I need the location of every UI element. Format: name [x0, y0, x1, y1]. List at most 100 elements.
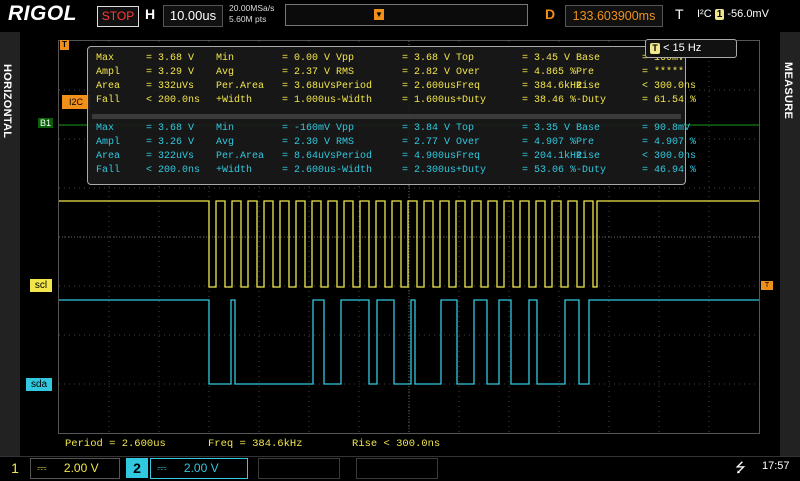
period-readout: Period = 2.600us — [65, 438, 166, 450]
top-status-bar: RIGOL STOP H 10.00us 20.00MSa/s 5.60M pt… — [0, 0, 800, 32]
measure-label: Period — [336, 151, 373, 162]
measure-label: Over — [456, 67, 481, 78]
ch2-scale-box[interactable]: ⎓ 2.00 V — [150, 458, 248, 479]
measure-label: Base — [576, 123, 601, 134]
ch1-number[interactable]: 1 — [4, 458, 26, 478]
delay-value[interactable]: 133.603900ms — [565, 5, 663, 27]
trigger-level-marker: T — [761, 281, 773, 290]
measure-value: = 4.907 % — [522, 137, 577, 148]
measure-value: = 3.68 V — [146, 123, 195, 134]
measure-label: Freq — [456, 151, 481, 162]
measure-label: -Duty — [576, 95, 607, 106]
measure-label: Period — [336, 81, 373, 92]
measure-value: = 2.600us — [282, 165, 337, 176]
measure-label: +Width — [216, 165, 253, 176]
measure-value: = 4.907 % — [642, 137, 697, 148]
measure-label: Max — [96, 123, 115, 134]
measure-value: < 200.0ns — [146, 165, 201, 176]
bus-b1-marker: B1 — [38, 118, 54, 128]
sda-channel-label[interactable]: sda — [26, 378, 52, 391]
measure-label: Per.Area — [216, 151, 265, 162]
timebase-value[interactable]: 10.00us — [163, 5, 223, 27]
measure-value: = 3.29 V — [146, 67, 195, 78]
measure-value: = 2.82 V — [402, 67, 451, 78]
dc-coupling-icon: ⎓ — [37, 461, 47, 475]
measure-label: Area — [96, 81, 121, 92]
acquisition-info: 20.00MSa/s 5.60M pts — [229, 3, 274, 25]
ch1-scale-box[interactable]: ⎓ 2.00 V — [30, 458, 120, 479]
measure-label: Base — [576, 53, 601, 64]
sample-rate: 20.00MSa/s — [229, 3, 275, 13]
ch2-scale: 2.00 V — [183, 461, 219, 475]
measure-label: Vpp — [336, 123, 355, 134]
trigger-time-marker: T — [60, 40, 69, 50]
trigger-label: T — [675, 6, 684, 22]
brand-logo: RIGOL — [8, 2, 77, 25]
usb-icon: ⭍ — [735, 460, 746, 475]
measure-label: Fall — [96, 95, 121, 106]
measure-label: Top — [456, 123, 475, 134]
measure-value: = 3.45 V — [522, 53, 571, 64]
measure-value: = 332uVs — [146, 81, 195, 92]
measure-value: = 3.68uVs — [282, 81, 337, 92]
i2c-decoder-label: I2C — [62, 95, 90, 109]
measure-value: < 300.0ns — [642, 151, 697, 162]
delay-label: D — [545, 6, 556, 22]
measure-value: = 2.300us — [402, 165, 457, 176]
measure-value: = 0.00 V — [282, 53, 331, 64]
measure-label: +Width — [216, 95, 253, 106]
measure-label: -Width — [336, 165, 373, 176]
measure-value: = 3.68 V — [146, 53, 195, 64]
measure-label: Fall — [96, 165, 121, 176]
measurement-panel: Max = 3.68 V Min = 0.00 V Vpp = 3.68 V Top = 3.… — [87, 46, 696, 185]
measure-value: = 3.68 V — [402, 53, 451, 64]
trigger-position-marker: ▼ — [374, 9, 384, 20]
measure-value: = 2.77 V — [402, 137, 451, 148]
measure-label: Ampl — [96, 137, 121, 148]
measure-value: < 200.0ns — [146, 95, 201, 106]
dc-coupling-icon: ⎓ — [157, 461, 167, 475]
measure-menu-tab[interactable]: MEASURE — [780, 32, 800, 456]
measure-value: = ***** — [642, 67, 685, 78]
measure-label: Top — [456, 53, 475, 64]
measure-value: = 38.46 % — [522, 95, 577, 106]
quick-measure-bar: Period = 2.600us Freq = 384.6kHz Rise < … — [60, 436, 760, 452]
measure-value: = 3.26 V — [146, 137, 195, 148]
measure-menu-label: MEASURE — [782, 62, 794, 120]
measure-label: +Duty — [456, 95, 487, 106]
measure-value: < 300.0ns — [642, 81, 697, 92]
trigger-type: I²C — [697, 8, 712, 20]
scl-channel-label[interactable]: scl — [30, 279, 52, 292]
measure-label: RMS — [336, 137, 355, 148]
measure-label: +Duty — [456, 165, 487, 176]
measure-label: Vpp — [336, 53, 355, 64]
measure-value: = 1.000us — [282, 95, 337, 106]
measure-divider — [92, 114, 681, 119]
memory-position-bar[interactable]: ▼ — [285, 4, 528, 26]
measure-value: = 384.6kHz — [522, 81, 583, 92]
run-stop-indicator[interactable]: STOP — [97, 6, 139, 27]
measure-label: Min — [216, 53, 235, 64]
measure-label: Over — [456, 137, 481, 148]
measure-value: = 2.600us — [402, 81, 457, 92]
timebase-label: H — [145, 6, 156, 22]
ch2-number[interactable]: 2 — [126, 458, 148, 478]
measure-value: = 46.94 % — [642, 165, 697, 176]
trigger-level: -56.0mV — [727, 8, 769, 20]
freq-readout: Freq = 384.6kHz — [208, 438, 303, 450]
horizontal-menu-label: HORIZONTAL — [1, 64, 13, 139]
trigger-settings[interactable]: I²C 1 -56.0mV — [697, 8, 769, 20]
ch4-slot[interactable] — [356, 458, 438, 479]
measure-label: -Width — [336, 95, 373, 106]
trigger-source-badge: 1 — [714, 9, 725, 20]
measure-label: Pre — [576, 137, 595, 148]
measure-label: RMS — [336, 67, 355, 78]
measure-value: = 204.1kHz — [522, 151, 583, 162]
ch3-slot[interactable] — [258, 458, 340, 479]
measure-value: = -160mV — [282, 123, 331, 134]
measure-label: Ampl — [96, 67, 121, 78]
measure-label: Avg — [216, 137, 235, 148]
horizontal-menu-tab[interactable]: HORIZONTAL — [0, 32, 20, 456]
measure-label: Pre — [576, 67, 595, 78]
measure-label: Rise — [576, 151, 601, 162]
